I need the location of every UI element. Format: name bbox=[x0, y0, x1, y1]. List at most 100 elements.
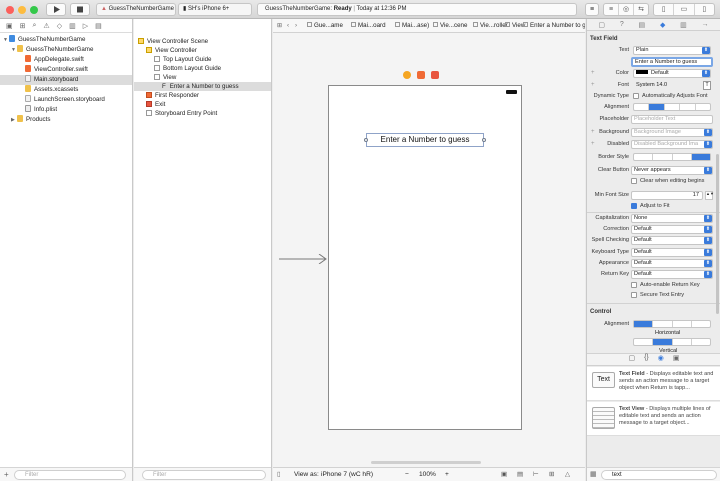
device-selector[interactable]: ▮ SH's iPhone 6+ bbox=[178, 3, 252, 16]
view-controller-scene[interactable]: Enter a Number to guess bbox=[328, 85, 522, 430]
border-line-icon[interactable] bbox=[653, 154, 673, 160]
auto-return-checkbox[interactable] bbox=[631, 282, 637, 288]
forward-icon[interactable]: › bbox=[295, 19, 297, 32]
identity-inspector-icon[interactable]: ▤ bbox=[639, 21, 646, 29]
back-icon[interactable]: ‹ bbox=[287, 19, 289, 32]
code-snippet-icon[interactable]: {} bbox=[644, 354, 649, 365]
border-none-icon[interactable] bbox=[634, 154, 654, 160]
scheme-selector[interactable]: ▲ GuessTheNumberGame bbox=[96, 3, 176, 16]
resolve-icon[interactable]: △ bbox=[565, 468, 570, 481]
navigator-item[interactable]: LaunchScreen.storyboard bbox=[0, 95, 132, 105]
zoom-in-button[interactable]: + bbox=[445, 468, 449, 481]
return-key-popup[interactable]: Default bbox=[631, 270, 713, 279]
navigator-item[interactable]: AppDelegate.swift bbox=[0, 55, 132, 65]
font-value[interactable]: System 14.0 bbox=[633, 81, 701, 90]
align-left-icon[interactable] bbox=[634, 104, 650, 110]
first-responder-icon[interactable] bbox=[417, 71, 425, 79]
file-template-icon[interactable]: ▢ bbox=[628, 354, 635, 365]
correction-popup[interactable]: Default bbox=[631, 225, 713, 234]
grid-view-icon[interactable]: ▦ bbox=[590, 470, 597, 478]
breadcrumb-item[interactable]: Vie...cene bbox=[433, 19, 467, 32]
min-font-stepper[interactable]: ▲▼ bbox=[705, 191, 714, 200]
border-bezel-icon[interactable] bbox=[673, 154, 692, 160]
v-align-bottom-icon[interactable] bbox=[673, 339, 692, 345]
breakpoint-icon[interactable]: ▷ bbox=[83, 22, 88, 30]
warning-icon[interactable]: ⚠ bbox=[43, 22, 49, 30]
capitalization-popup[interactable]: None bbox=[631, 214, 713, 223]
pin-icon[interactable]: ⊞ bbox=[549, 468, 555, 481]
folder-icon[interactable]: ▣ bbox=[6, 22, 13, 30]
outline-toggle-icon[interactable]: ▯ bbox=[277, 468, 281, 481]
editor-mode-segment[interactable]: ≡ ◎ ⇆ bbox=[603, 3, 649, 16]
outline-filter-input[interactable]: Filter bbox=[142, 470, 266, 480]
zoom-out-button[interactable]: − bbox=[405, 468, 409, 481]
run-button[interactable] bbox=[46, 3, 66, 16]
assistant-editor-icon[interactable]: ◎ bbox=[619, 4, 634, 15]
adjust-fit-checkbox[interactable] bbox=[631, 203, 637, 209]
secure-entry-checkbox[interactable] bbox=[631, 292, 637, 298]
related-items-icon[interactable]: ⊞ bbox=[277, 19, 282, 32]
v-align-center-icon[interactable] bbox=[653, 339, 673, 345]
align-right-icon[interactable] bbox=[665, 104, 681, 110]
device-config-button[interactable]: iPhone 7 (wC hR) bbox=[321, 468, 373, 481]
outline-item[interactable]: Top Layout Guide bbox=[134, 55, 271, 64]
outline-item[interactable]: Exit bbox=[134, 100, 271, 109]
library-search-input[interactable]: text bbox=[601, 470, 717, 480]
clear-button-popup[interactable]: Never appears bbox=[631, 166, 713, 175]
color-popup[interactable]: Default bbox=[633, 69, 711, 78]
navigator-item[interactable]: ▼ GuessTheNumberGame bbox=[0, 35, 132, 45]
navigator-filter-input[interactable]: Filter bbox=[14, 470, 126, 480]
breadcrumb-item[interactable]: Gue...ame bbox=[307, 19, 343, 32]
view-toggle-segment[interactable]: ▯ ▭ ▯ bbox=[653, 3, 715, 16]
outline-item[interactable]: Storyboard Entry Point bbox=[134, 109, 271, 118]
outline-item[interactable]: First Responder bbox=[134, 91, 271, 100]
background-image-popup[interactable]: Background Image bbox=[631, 128, 713, 137]
stop-button[interactable] bbox=[70, 3, 90, 16]
text-type-popup[interactable]: Plain bbox=[633, 46, 711, 55]
border-style-segment[interactable] bbox=[633, 153, 711, 161]
clear-editing-checkbox[interactable] bbox=[631, 178, 637, 184]
stack-icon[interactable]: ▤ bbox=[517, 468, 523, 481]
keyboard-type-popup[interactable]: Default bbox=[631, 248, 713, 257]
navigator-item[interactable]: ViewController.swift bbox=[0, 65, 132, 75]
appearance-popup[interactable]: Default bbox=[631, 259, 713, 268]
align-center-icon[interactable] bbox=[649, 104, 665, 110]
navigator-item[interactable]: Info.plist bbox=[0, 105, 132, 115]
breadcrumb-item[interactable]: Mai...oard bbox=[351, 19, 386, 32]
close-window-button[interactable] bbox=[6, 6, 14, 14]
text-alignment-segment[interactable] bbox=[633, 103, 711, 111]
align-justify-icon[interactable] bbox=[680, 104, 696, 110]
disabled-background-popup[interactable]: Disabled Background Ima bbox=[631, 140, 713, 149]
resize-handle-left[interactable] bbox=[364, 138, 368, 142]
outline-item[interactable]: View bbox=[134, 73, 271, 82]
symbol-icon[interactable]: ⊞ bbox=[20, 22, 26, 30]
entry-point-arrow-icon[interactable] bbox=[279, 254, 329, 264]
placeholder-input[interactable]: Placeholder Text bbox=[631, 115, 713, 124]
file-inspector-icon[interactable]: ▢ bbox=[598, 21, 605, 29]
add-icon[interactable]: + bbox=[4, 470, 9, 479]
utilities-toggle-icon[interactable]: ▯ bbox=[695, 4, 714, 15]
text-field[interactable]: Enter a Number to guess bbox=[366, 133, 484, 147]
resize-handle-right[interactable] bbox=[482, 138, 486, 142]
navigator-item[interactable]: Main.storyboard bbox=[0, 75, 132, 85]
size-inspector-icon[interactable]: ▥ bbox=[680, 21, 687, 29]
v-align-fill-icon[interactable] bbox=[692, 339, 710, 345]
outline-item[interactable]: View Controller bbox=[134, 46, 271, 55]
vertical-alignment-segment[interactable] bbox=[633, 338, 711, 346]
border-rounded-icon[interactable] bbox=[691, 154, 710, 160]
breadcrumb-item[interactable]: Mai...ase) bbox=[395, 19, 429, 32]
report-icon[interactable]: ▤ bbox=[95, 22, 102, 30]
zoom-window-button[interactable] bbox=[30, 6, 38, 14]
exit-icon[interactable] bbox=[431, 71, 439, 79]
min-font-input[interactable]: 17 bbox=[631, 191, 703, 200]
help-icon[interactable]: ? bbox=[620, 21, 624, 28]
storyboard-canvas[interactable]: ⊞ ‹ › Gue...ame Mai...oard Mai...ase) Vie..… bbox=[273, 19, 585, 481]
debug-toggle-icon[interactable]: ▭ bbox=[674, 4, 695, 15]
outline-item[interactable]: View Controller Scene bbox=[134, 37, 271, 46]
outline-item[interactable]: Bottom Layout Guide bbox=[134, 64, 271, 73]
spell-checking-popup[interactable]: Default bbox=[631, 236, 713, 245]
navigator-toggle-icon[interactable]: ▯ bbox=[654, 4, 675, 15]
version-editor-icon[interactable]: ⇆ bbox=[634, 4, 648, 15]
navigator-item[interactable]: ▼ GuessTheNumberGame bbox=[0, 45, 132, 55]
h-align-left-icon[interactable] bbox=[634, 321, 654, 327]
